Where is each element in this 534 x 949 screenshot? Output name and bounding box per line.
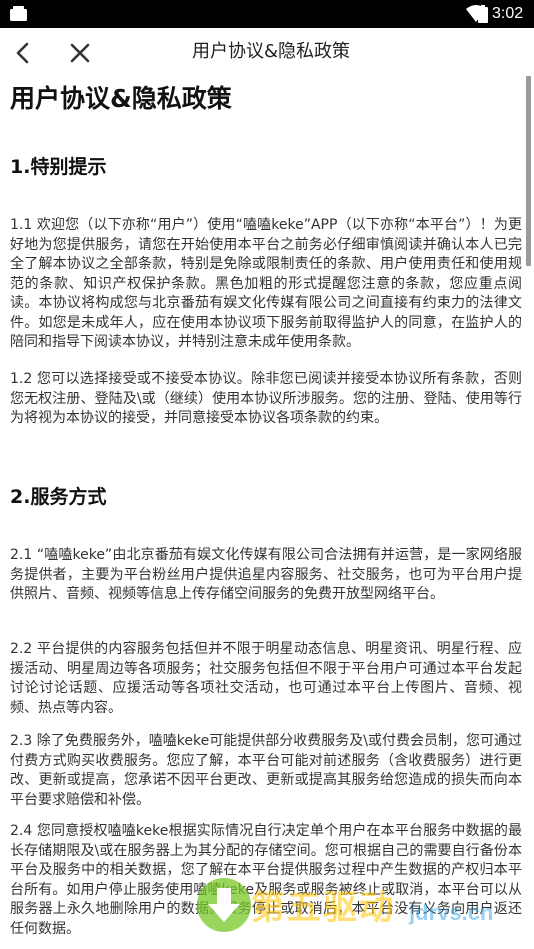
watermark-url: jdrvs.cn <box>409 900 494 925</box>
battery-icon <box>478 5 488 23</box>
paragraph-1-1: 1.1 欢迎您（以下亦称“用户”）使用“嗑嗑keke”APP（以下亦称“本平台”… <box>10 217 522 350</box>
status-time: 3:02 <box>492 5 524 22</box>
top-nav-bar: 用户协议&隐私政策 <box>0 28 534 76</box>
paragraph-2-3: 2.3 除了免费服务外，嗑嗑keke可能提供部分收费服务及\或付费会员制，您可通… <box>10 733 522 808</box>
status-bar: 3:02 <box>0 0 534 28</box>
watermark-text: 第五驱动 <box>251 888 395 928</box>
agreement-document[interactable]: 用户协议&隐私政策 1.特别提示 1.1 欢迎您（以下亦称“用户”）使用“嗑嗑k… <box>0 76 526 949</box>
section-heading-service-mode: 2.服务方式 <box>10 486 107 508</box>
document-title: 用户协议&隐私政策 <box>10 84 232 113</box>
paragraph-1-2: 1.2 您可以选择接受或不接受本协议。除非您已阅读并接受本协议所有条款，否则您无… <box>10 371 522 426</box>
site-watermark: 第五驱动 jdrvs.cn <box>195 866 525 946</box>
scrollbar-thumb[interactable] <box>526 76 531 266</box>
paragraph-2-2: 2.2 平台提供的内容服务包括但并不限于明星动态信息、明星资讯、明星行程、应援活… <box>10 641 522 716</box>
section-heading-special-notice: 1.特别提示 <box>10 156 107 178</box>
paragraph-2-1: 2.1 “嗑嗑keke”由北京番茄有娱文化传媒有限公司合法拥有并运营，是一家网络… <box>10 547 522 602</box>
page-title: 用户协议&隐私政策 <box>191 41 351 62</box>
download-arrow-icon <box>197 878 251 932</box>
notification-app-icon <box>10 6 27 21</box>
